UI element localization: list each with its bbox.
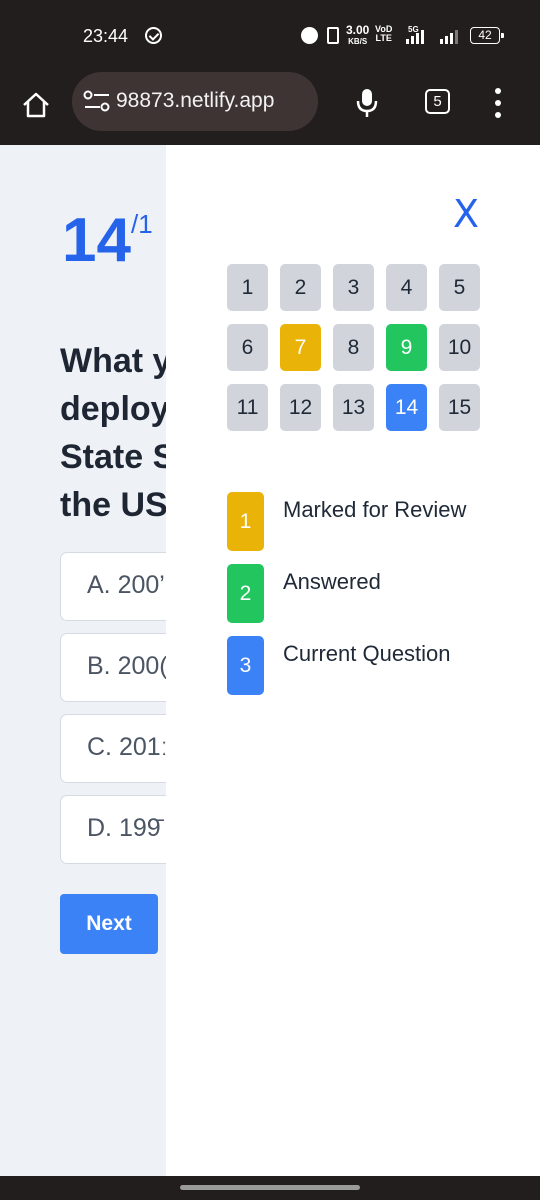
url-text: 98873.netlify.app — [116, 89, 275, 112]
question-button-14[interactable]: 14 — [386, 384, 427, 431]
signal-icon-2 — [440, 30, 468, 44]
battery-icon: 42 — [470, 27, 504, 44]
legend-label-review: Marked for Review — [283, 497, 467, 522]
question-button-3[interactable]: 3 — [333, 264, 374, 311]
question-button-11[interactable]: 11 — [227, 384, 268, 431]
status-time: 23:44 — [83, 26, 129, 46]
system-nav-bar — [0, 1176, 540, 1200]
gesture-handle[interactable] — [180, 1185, 360, 1190]
alarm-icon — [301, 27, 318, 44]
question-button-6[interactable]: 6 — [227, 324, 268, 371]
vibrate-icon — [327, 27, 339, 44]
volte-bottom: LTE — [375, 33, 392, 43]
question-button-9[interactable]: 9 — [386, 324, 427, 371]
question-button-4[interactable]: 4 — [386, 264, 427, 311]
check-circle-icon — [145, 27, 162, 44]
legend-label-current: Current Question — [283, 641, 451, 666]
signal-icon — [406, 30, 434, 44]
network-speed-unit: KB/S — [348, 37, 368, 46]
question-button-1[interactable]: 1 — [227, 264, 268, 311]
status-bar: 23:44 3.00 KB/S VoD LTE 5G 42 — [0, 0, 540, 72]
question-button-5[interactable]: 5 — [439, 264, 480, 311]
question-button-10[interactable]: 10 — [439, 324, 480, 371]
question-button-7[interactable]: 7 — [280, 324, 321, 371]
mic-icon[interactable] — [355, 87, 379, 119]
tabs-icon[interactable]: 5 — [425, 89, 450, 114]
volte-indicator: VoD LTE — [375, 25, 392, 43]
question-navigator-panel: X 1 2 3 4 5 6 7 8 9 10 11 12 13 14 15 1 Marked for Rev… — [166, 145, 540, 1176]
question-number: 14 — [62, 206, 131, 275]
network-speed: 3.00 KB/S — [346, 23, 370, 47]
question-button-12[interactable]: 12 — [280, 384, 321, 431]
question-button-15[interactable]: 15 — [439, 384, 480, 431]
question-button-8[interactable]: 8 — [333, 324, 374, 371]
menu-icon[interactable] — [494, 88, 502, 118]
question-counter: 14/1 — [62, 205, 153, 276]
network-speed-value: 3.00 — [346, 23, 370, 37]
home-icon[interactable] — [21, 90, 51, 120]
question-total: /1 — [130, 209, 153, 239]
question-button-2[interactable]: 2 — [280, 264, 321, 311]
question-button-13[interactable]: 13 — [333, 384, 374, 431]
legend-swatch-review: 1 — [227, 492, 264, 551]
legend-label-answered: Answered — [283, 569, 381, 594]
site-settings-icon[interactable] — [83, 90, 111, 112]
close-panel-button[interactable]: X — [453, 192, 479, 236]
legend-swatch-answered: 2 — [227, 564, 264, 623]
address-bar[interactable]: 98873.netlify.app — [72, 72, 318, 131]
browser-toolbar: 98873.netlify.app 5 — [0, 72, 540, 145]
legend-swatch-current: 3 — [227, 636, 264, 695]
next-button[interactable]: Next — [60, 894, 158, 954]
